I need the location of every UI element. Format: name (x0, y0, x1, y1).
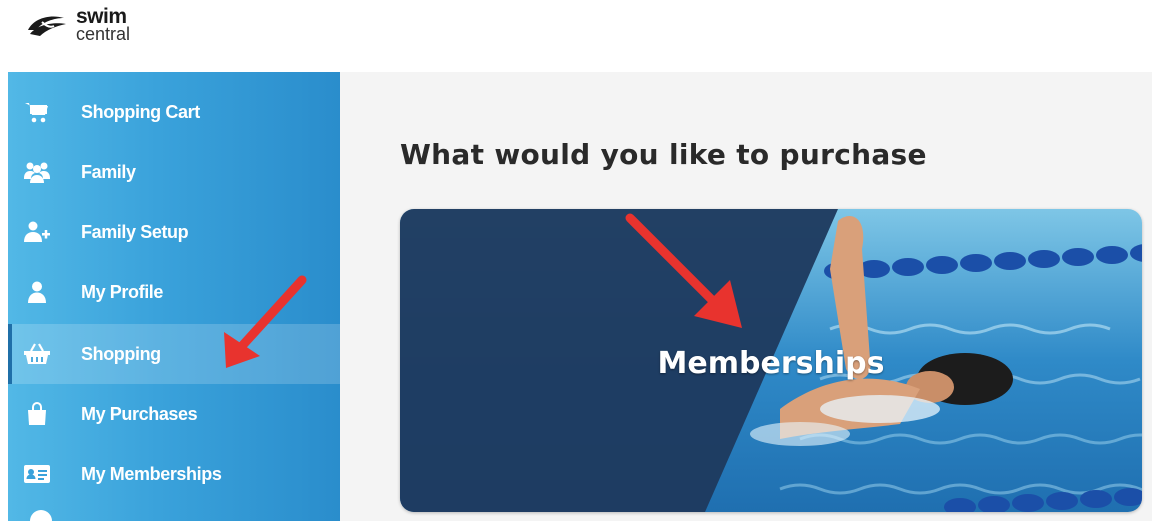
sidebar-item-my-memberships[interactable]: My Memberships (8, 444, 340, 504)
add-user-icon (23, 218, 51, 246)
sidebar-item-my-profile[interactable]: My Profile (8, 262, 340, 322)
basket-icon (23, 340, 51, 368)
logo-text-central: central (76, 24, 131, 44)
card-title: Memberships (657, 346, 885, 381)
sidebar-item-label: Family (81, 161, 136, 182)
sidebar-item-family-setup[interactable]: Family Setup (8, 202, 340, 262)
sidebar-item-label: Family Setup (81, 221, 189, 242)
sidebar-item-shopping-cart[interactable]: Shopping Cart (8, 82, 340, 142)
sidebar-item-label: Shopping Cart (81, 101, 200, 122)
sidebar-item-shopping[interactable]: Shopping (8, 324, 340, 384)
sidebar-item-label: My Profile (81, 281, 164, 302)
sidebar-item-family[interactable]: Family (8, 142, 340, 202)
sidebar-item-label: Shopping (81, 343, 161, 364)
sidebar-item-my-purchases[interactable]: My Purchases (8, 384, 340, 444)
id-card-icon (23, 460, 51, 488)
swim-central-logo-icon (28, 16, 66, 36)
shopping-cart-icon (23, 98, 51, 126)
memberships-card[interactable]: Memberships (400, 209, 1142, 512)
user-icon (23, 278, 51, 306)
page-title: What would you like to purchase (400, 138, 927, 171)
sidebar-item-label: My Memberships (81, 463, 222, 484)
swim-central-logo[interactable]: swim central (24, 6, 130, 43)
partial-nav-icon (30, 510, 52, 521)
sidebar-item-label: My Purchases (81, 403, 198, 424)
sidebar: Shopping Cart Family Family Setup My Pro… (8, 72, 340, 521)
main-content: What would you like to purchase Membersh… (340, 72, 1152, 521)
family-icon (23, 158, 51, 186)
bag-icon (23, 400, 51, 428)
